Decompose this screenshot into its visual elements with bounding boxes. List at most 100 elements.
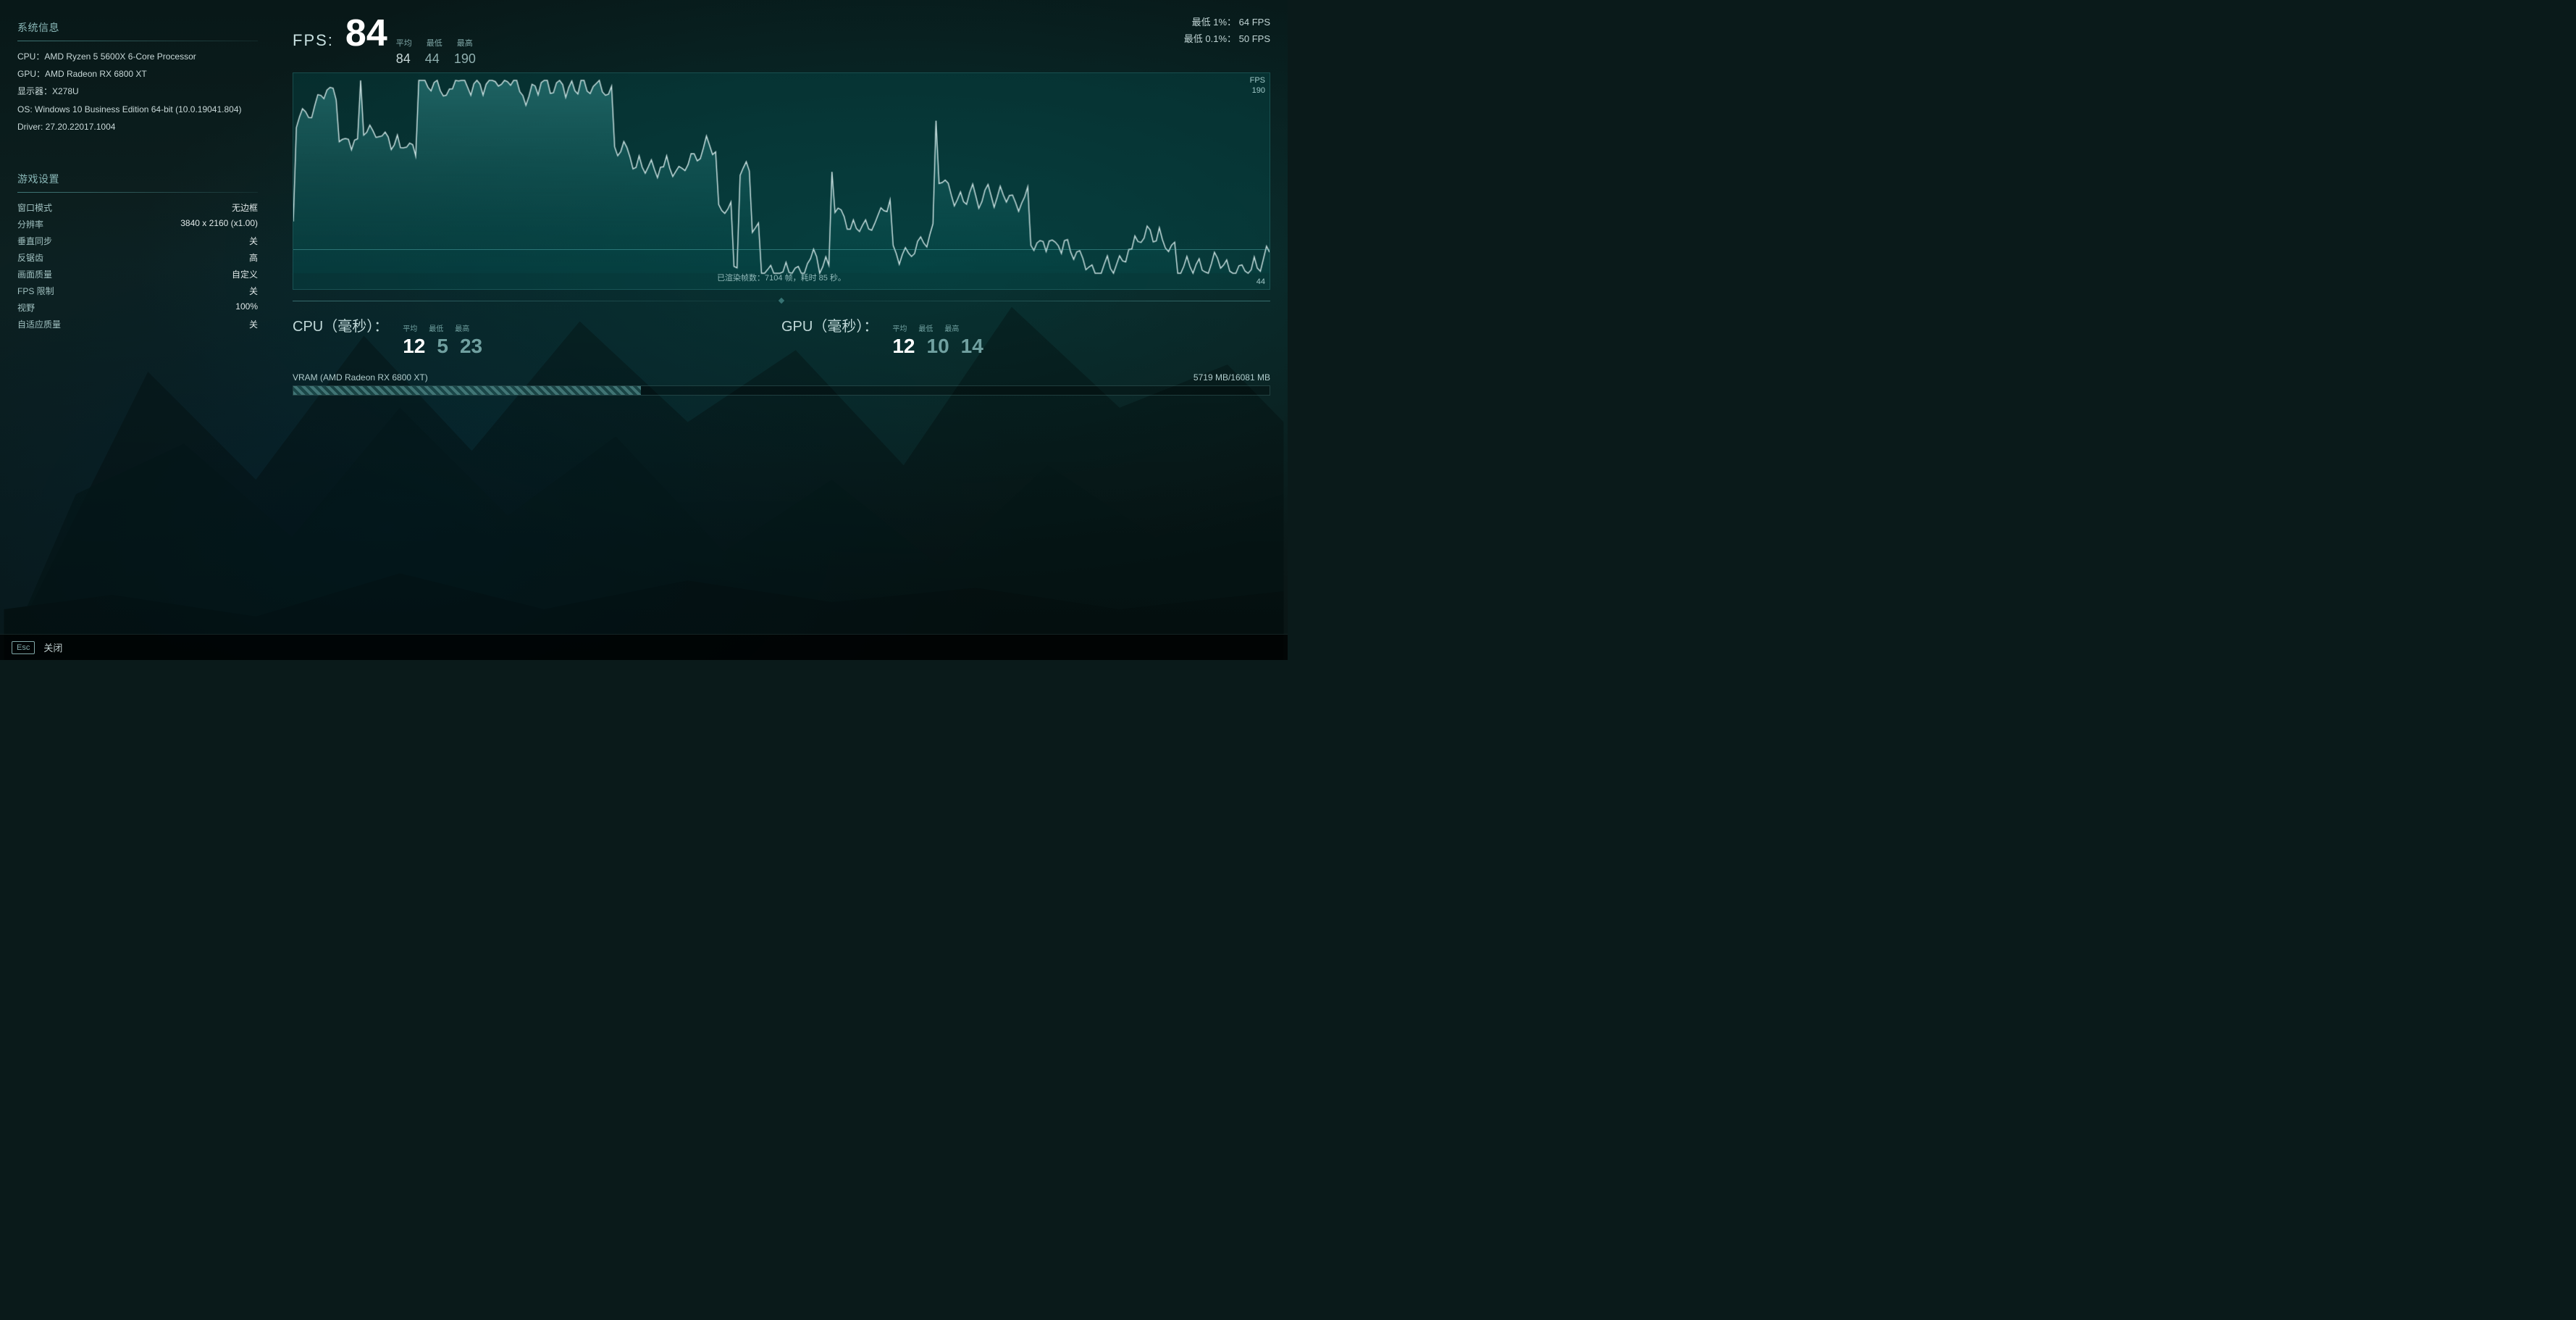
graph-baseline: [293, 249, 1270, 250]
cpu-metric-block: CPU（毫秒）： 平均 最低 最高 12 5 23: [293, 314, 781, 358]
setting-value: 3840 x 2160 (x1.00): [180, 218, 258, 230]
fps-stats-col: 平均 最低 最高 84 44 190: [396, 37, 476, 67]
fps-graph: FPS 190 44 已渲染帧数：7104 帧，耗时 85 秒。: [293, 72, 1270, 290]
fps-min-label: 最低: [427, 37, 442, 49]
gpu-min-hdr: 最低: [918, 322, 933, 333]
fps-header: FPS: 84 平均 最低 最高 84 44 190: [293, 14, 1270, 67]
vram-section: VRAM (AMD Radeon RX 6800 XT) 5719 MB/160…: [293, 367, 1270, 398]
setting-row: 视野 100%: [17, 301, 258, 314]
setting-value: 100%: [235, 301, 258, 314]
fps-avg-num: 84: [396, 51, 411, 67]
gpu-stats-header: 平均 最低 最高: [892, 322, 983, 333]
cpu-stats-values: 12 5 23: [403, 335, 482, 358]
setting-key: 自适应质量: [17, 318, 61, 330]
gpu-min-val: 10: [927, 335, 949, 358]
setting-value: 高: [249, 251, 258, 264]
setting-row: 分辨率 3840 x 2160 (x1.00): [17, 218, 258, 230]
display-info: 显示器：X278U: [17, 85, 258, 99]
metrics-row: CPU（毫秒）： 平均 最低 最高 12 5 23 GPU（毫秒）：: [293, 312, 1270, 361]
fps-main: FPS: 84 平均 最低 最高 84 44 190: [293, 14, 1184, 67]
cpu-avg-val: 12: [403, 335, 425, 358]
graph-fps-label: FPS: [1250, 76, 1265, 85]
setting-key: 窗口模式: [17, 201, 52, 214]
gpu-avg-hdr: 平均: [892, 322, 907, 333]
fps-graph-container: FPS 190 44 已渲染帧数：7104 帧，耗时 85 秒。: [293, 72, 1270, 290]
graph-rendered-info: 已渲染帧数：7104 帧，耗时 85 秒。: [717, 272, 846, 283]
fps-canvas: [293, 73, 1270, 289]
gpu-avg-val: 12: [892, 335, 915, 358]
fps-avg-label: 平均: [396, 37, 412, 49]
gpu-max-hdr: 最高: [944, 322, 959, 333]
setting-key: FPS 限制: [17, 285, 54, 297]
fps-stat-values: 84 44 190: [396, 51, 476, 67]
system-info-block: CPU：AMD Ryzen 5 5600X 6-Core Processor G…: [17, 50, 258, 134]
setting-row: 反锯齿 高: [17, 251, 258, 264]
setting-key: 画面质量: [17, 268, 52, 280]
cpu-min-val: 5: [437, 335, 448, 358]
gpu-info: GPU：AMD Radeon RX 6800 XT: [17, 67, 258, 81]
vram-used: 5719 MB/16081 MB: [1193, 372, 1270, 383]
cpu-max-hdr: 最高: [455, 322, 469, 333]
setting-value: 关: [249, 318, 258, 330]
cpu-min-hdr: 最低: [429, 322, 443, 333]
setting-row: 窗口模式 无边框: [17, 201, 258, 214]
settings-list: 窗口模式无边框分辨率3840 x 2160 (x1.00)垂直同步关反锯齿高画面…: [17, 201, 258, 330]
cpu-max-val: 23: [460, 335, 482, 358]
right-panel: FPS: 84 平均 最低 最高 84 44 190: [275, 0, 1288, 660]
setting-key: 反锯齿: [17, 251, 43, 264]
fps-low1-label: 最低 1%：: [1192, 17, 1236, 28]
setting-row: 垂直同步 关: [17, 235, 258, 247]
setting-value: 自定义: [232, 268, 258, 280]
setting-row: 自适应质量 关: [17, 318, 258, 330]
setting-key: 分辨率: [17, 218, 43, 230]
driver-info: Driver: 27.20.22017.1004: [17, 120, 258, 134]
fps-low01-label: 最低 0.1%：: [1184, 33, 1236, 44]
vram-label: VRAM (AMD Radeon RX 6800 XT): [293, 372, 428, 383]
game-settings-section: 游戏设置 窗口模式无边框分辨率3840 x 2160 (x1.00)垂直同步关反…: [17, 172, 258, 330]
setting-row: 画面质量 自定义: [17, 268, 258, 280]
esc-badge[interactable]: Esc: [12, 641, 35, 654]
graph-bottom-label: 44: [1256, 277, 1265, 286]
fps-avg-value: 84: [345, 14, 387, 52]
fps-low1-line: 最低 1%： 64 FPS: [1192, 14, 1270, 28]
setting-key: 垂直同步: [17, 235, 52, 247]
system-info-title: 系统信息: [17, 20, 258, 35]
cpu-avg-hdr: 平均: [403, 322, 417, 333]
game-settings-divider: [17, 192, 258, 193]
game-settings-title: 游戏设置: [17, 172, 258, 186]
fps-max-label: 最高: [457, 37, 473, 49]
setting-value: 无边框: [232, 201, 258, 214]
system-info-section: 系统信息 CPU：AMD Ryzen 5 5600X 6-Core Proces…: [17, 20, 258, 134]
setting-key: 视野: [17, 301, 35, 314]
fps-max-num: 190: [454, 51, 476, 67]
cpu-label: CPU（毫秒）：: [293, 314, 388, 335]
setting-row: FPS 限制 关: [17, 285, 258, 297]
gpu-stats-values: 12 10 14: [892, 335, 983, 358]
sep-diamond: [779, 298, 784, 304]
left-panel: 系统信息 CPU：AMD Ryzen 5 5600X 6-Core Proces…: [0, 0, 275, 660]
fps-label: FPS:: [293, 31, 334, 50]
fps-low01-line: 最低 0.1%： 50 FPS: [1184, 31, 1270, 45]
gpu-max-val: 14: [961, 335, 983, 358]
gpu-stats-col: 平均 最低 最高 12 10 14: [892, 322, 983, 358]
fps-stats-header: 平均 最低 最高: [396, 37, 473, 49]
fps-low01-value: 50 FPS: [1239, 33, 1270, 44]
close-label[interactable]: 关闭: [43, 640, 62, 654]
gpu-metric-block: GPU（毫秒）： 平均 最低 最高 12 10 14: [781, 314, 1270, 358]
vram-header: VRAM (AMD Radeon RX 6800 XT) 5719 MB/160…: [293, 372, 1270, 383]
fps-min-num: 44: [425, 51, 440, 67]
os-info: OS: Windows 10 Business Edition 64-bit (…: [17, 103, 258, 117]
metrics-separator: [293, 298, 1270, 303]
fps-low1-value: 64 FPS: [1239, 17, 1270, 28]
vram-bar-fill: [293, 386, 641, 395]
graph-top-label: 190: [1252, 86, 1265, 95]
bottom-bar: Esc 关闭: [0, 634, 1288, 660]
cpu-info: CPU：AMD Ryzen 5 5600X 6-Core Processor: [17, 50, 258, 64]
setting-value: 关: [249, 235, 258, 247]
gpu-label: GPU（毫秒）：: [781, 314, 878, 335]
fps-right-stats: 最低 1%： 64 FPS 最低 0.1%： 50 FPS: [1184, 14, 1270, 45]
cpu-stats-header: 平均 最低 最高: [403, 322, 482, 333]
vram-bar-container: [293, 385, 1270, 396]
setting-value: 关: [249, 285, 258, 297]
cpu-stats-col: 平均 最低 最高 12 5 23: [403, 322, 482, 358]
